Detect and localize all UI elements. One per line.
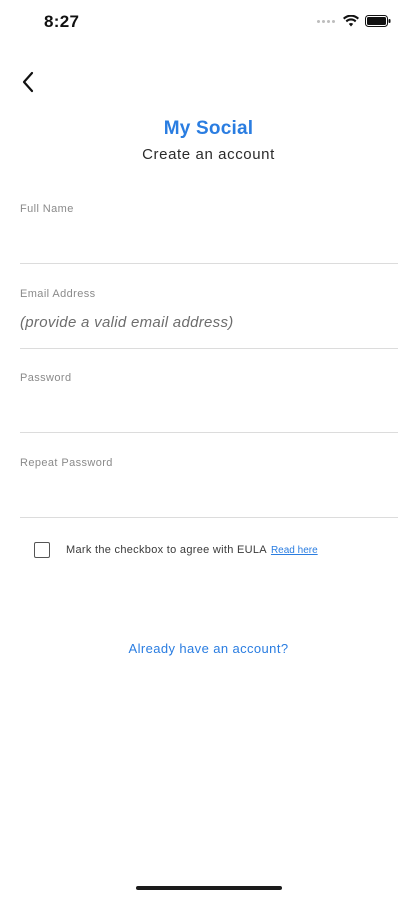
app-title: My Social xyxy=(163,118,254,139)
password-input[interactable] xyxy=(20,394,398,418)
email-underline xyxy=(20,348,398,349)
password-underline xyxy=(20,432,398,433)
home-indicator[interactable] xyxy=(136,886,282,890)
signal-dots-icon xyxy=(317,19,335,23)
full-name-underline xyxy=(20,263,398,264)
back-button[interactable] xyxy=(14,68,42,96)
status-icons xyxy=(317,15,391,27)
eula-row: Mark the checkbox to agree with EULA Rea… xyxy=(34,540,318,560)
repeat-password-input[interactable] xyxy=(20,479,398,503)
already-have-account-link[interactable]: Already have an account? xyxy=(0,641,417,656)
chevron-left-icon xyxy=(22,71,34,93)
email-input[interactable] xyxy=(20,310,398,334)
password-label: Password xyxy=(20,372,72,384)
full-name-field-group: Full Name xyxy=(20,203,398,273)
repeat-password-label: Repeat Password xyxy=(20,457,113,469)
battery-icon xyxy=(365,15,391,27)
status-bar: 8:27 xyxy=(0,0,417,48)
full-name-input[interactable] xyxy=(20,225,398,249)
eula-text: Mark the checkbox to agree with EULA xyxy=(66,544,267,556)
page-subtitle: Create an account xyxy=(142,146,275,163)
password-field-group: Password xyxy=(20,372,398,442)
repeat-password-underline xyxy=(20,517,398,518)
repeat-password-field-group: Repeat Password xyxy=(20,457,398,527)
wifi-icon xyxy=(343,15,359,27)
status-time: 8:27 xyxy=(44,12,80,31)
eula-read-here-link[interactable]: Read here xyxy=(271,545,318,556)
email-label: Email Address xyxy=(20,288,96,300)
eula-checkbox[interactable] xyxy=(34,542,50,558)
full-name-label: Full Name xyxy=(20,203,74,215)
email-field-group: Email Address xyxy=(20,288,398,358)
